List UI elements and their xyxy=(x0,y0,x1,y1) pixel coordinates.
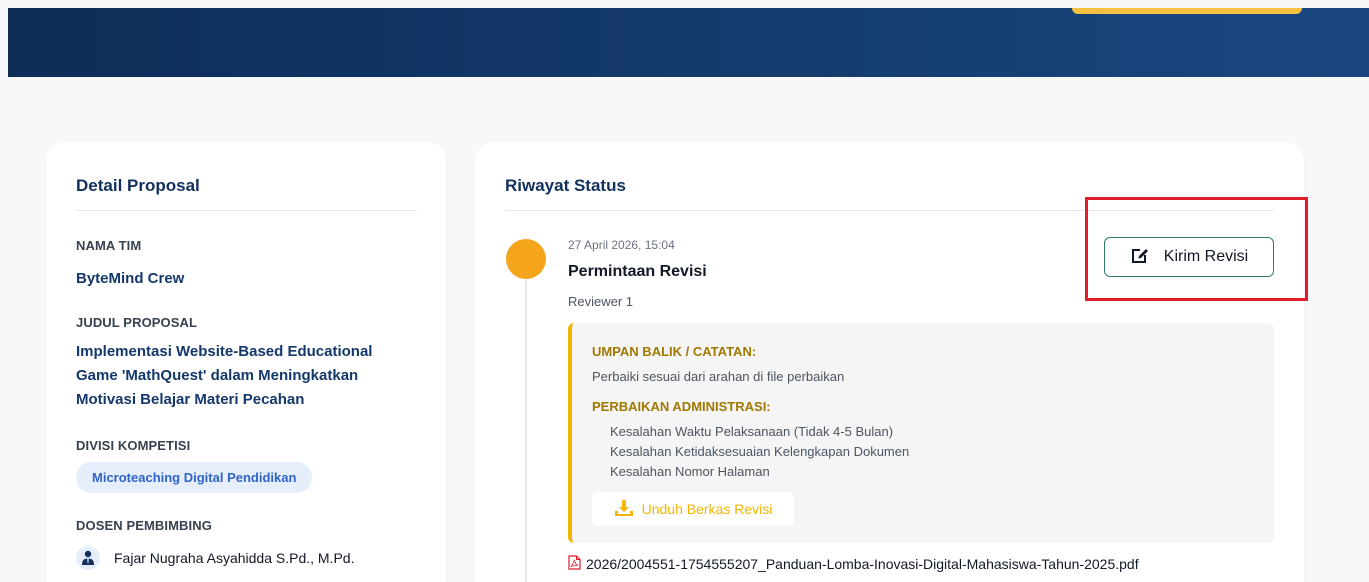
card-title: Riwayat Status xyxy=(505,176,626,195)
download-label: Unduh Berkas Revisi xyxy=(641,501,773,517)
download-icon xyxy=(614,499,634,520)
proposal-title-line: Motivasi Belajar Materi Pecahan xyxy=(76,391,305,408)
feedback-box: UMPAN BALIK / CATATAN: Perbaiki sesuai d… xyxy=(568,323,1274,543)
feedback-heading: UMPAN BALIK / CATATAN: xyxy=(592,344,757,359)
attachment-filename: 2026/2004551-1754555207_Panduan-Lomba-In… xyxy=(586,556,1139,572)
detail-proposal-card: Detail Proposal NAMA TIM ByteMind Crew J… xyxy=(46,142,446,582)
timeline-line xyxy=(525,279,527,582)
division-badge: Microteaching Digital Pendidikan xyxy=(76,462,313,493)
divider xyxy=(76,210,417,211)
advisor-row: Fajar Nugraha Asyahidda S.Pd., M.Pd. xyxy=(76,546,354,570)
admin-heading: PERBAIKAN ADMINISTRASI: xyxy=(592,399,771,414)
feedback-text: Perbaiki sesuai dari arahan di file perb… xyxy=(592,369,845,384)
reviewer-name: Reviewer 1 xyxy=(568,294,634,309)
proposal-title-line: Game 'MathQuest' dalam Meningkatkan xyxy=(76,367,359,384)
advisor-label: DOSEN PEMBIMBING xyxy=(76,518,212,533)
admin-item: Kesalahan Waktu Pelaksanaan (Tidak 4-5 B… xyxy=(610,424,894,439)
timeline-status-dot xyxy=(506,239,546,279)
attachment-link[interactable]: 2026/2004551-1754555207_Panduan-Lomba-In… xyxy=(568,555,1139,573)
division-label: DIVISI KOMPETISI xyxy=(76,438,191,453)
advisor-name: Fajar Nugraha Asyahidda S.Pd., M.Pd. xyxy=(114,550,355,566)
team-name: ByteMind Crew xyxy=(76,270,185,287)
admin-item: Kesalahan Nomor Halaman xyxy=(610,464,770,479)
highlight-box xyxy=(1085,197,1308,301)
status-timestamp: 27 April 2026, 15:04 xyxy=(568,238,675,252)
pdf-file-icon xyxy=(568,555,581,573)
card-title: Detail Proposal xyxy=(76,176,200,195)
top-header-banner xyxy=(8,8,1369,77)
header-accent-button[interactable] xyxy=(1072,8,1302,14)
admin-item: Kesalahan Ketidaksesuaian Kelengkapan Do… xyxy=(610,444,910,459)
proposal-title-line: Implementasi Website-Based Educational xyxy=(76,343,373,360)
user-tie-icon xyxy=(76,546,100,570)
team-label: NAMA TIM xyxy=(76,238,142,253)
status-title: Permintaan Revisi xyxy=(568,263,707,280)
proposal-title-label: JUDUL PROPOSAL xyxy=(76,315,198,330)
download-revision-button[interactable]: Unduh Berkas Revisi xyxy=(592,492,794,526)
